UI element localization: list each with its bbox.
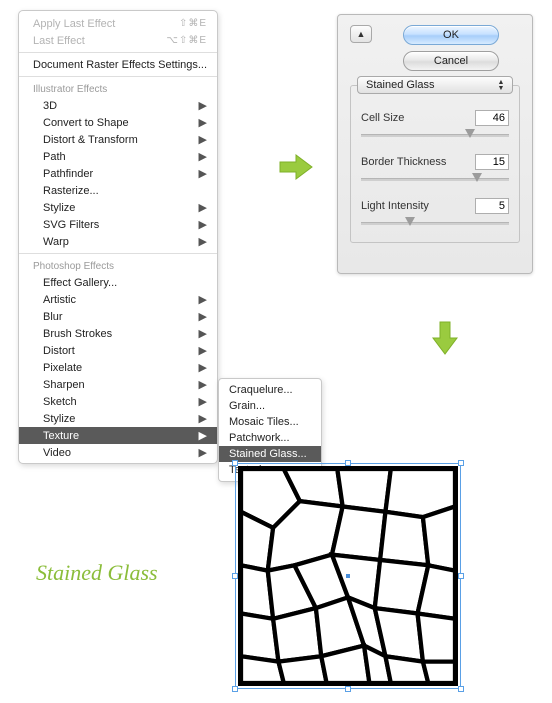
effects-menu: Apply Last Effect ⇧⌘E Last Effect ⌥⇧⌘E D…	[18, 10, 218, 464]
menu-warp[interactable]: Warp▶	[19, 233, 217, 250]
chevron-right-icon: ▶	[199, 361, 207, 374]
submenu-grain[interactable]: Grain...	[219, 398, 321, 414]
menu-3d[interactable]: 3D▶	[19, 97, 217, 114]
menu-svg-filters[interactable]: SVG Filters▶	[19, 216, 217, 233]
menu-distort[interactable]: Distort▶	[19, 342, 217, 359]
chevron-right-icon: ▶	[199, 327, 207, 340]
filter-group: Stained Glass ▲▼ Cell Size Border Thickn…	[350, 85, 520, 243]
menu-separator	[19, 76, 217, 77]
param-label: Light Intensity	[361, 200, 475, 212]
menu-rasterize[interactable]: Rasterize...	[19, 182, 217, 199]
chevron-right-icon: ▶	[199, 378, 207, 391]
section-header-illustrator: Illustrator Effects	[19, 80, 217, 97]
filter-select-label: Stained Glass	[366, 79, 434, 91]
chevron-right-icon: ▶	[199, 150, 207, 163]
submenu-mosaic-tiles[interactable]: Mosaic Tiles...	[219, 414, 321, 430]
param-label: Cell Size	[361, 112, 475, 124]
menu-label: Apply Last Effect	[33, 18, 179, 30]
selection-handle[interactable]	[458, 573, 464, 579]
selection-handle[interactable]	[345, 686, 351, 692]
chevron-right-icon: ▶	[199, 395, 207, 408]
param-cell-size: Cell Size	[361, 110, 509, 140]
menu-artistic[interactable]: Artistic▶	[19, 291, 217, 308]
menu-raster-settings[interactable]: Document Raster Effects Settings...	[19, 56, 217, 73]
menu-shortcut: ⇧⌘E	[179, 18, 207, 29]
chevron-right-icon: ▶	[199, 218, 207, 231]
selection-center-icon	[346, 574, 350, 578]
menu-distort-transform[interactable]: Distort & Transform▶	[19, 131, 217, 148]
selection-handle[interactable]	[458, 460, 464, 466]
menu-blur[interactable]: Blur▶	[19, 308, 217, 325]
param-label: Border Thickness	[361, 156, 475, 168]
cell-size-input[interactable]	[475, 110, 509, 126]
menu-video[interactable]: Video▶	[19, 444, 217, 461]
menu-texture[interactable]: Texture▶	[19, 427, 217, 444]
menu-brush-strokes[interactable]: Brush Strokes▶	[19, 325, 217, 342]
chevron-right-icon: ▶	[199, 167, 207, 180]
chevron-right-icon: ▶	[199, 429, 207, 442]
selection-handle[interactable]	[232, 686, 238, 692]
stained-glass-dialog: ▲ OK Cancel Stained Glass ▲▼ Cell Size B…	[337, 14, 533, 274]
section-header-photoshop: Photoshop Effects	[19, 257, 217, 274]
chevron-right-icon: ▶	[199, 310, 207, 323]
chevron-right-icon: ▶	[199, 201, 207, 214]
selection-handle[interactable]	[458, 686, 464, 692]
slider-thumb-icon[interactable]	[405, 217, 415, 226]
chevron-right-icon: ▶	[199, 412, 207, 425]
chevron-right-icon: ▶	[199, 446, 207, 459]
updown-caret-icon: ▲▼	[494, 79, 508, 93]
stained-glass-preview	[238, 466, 458, 686]
chevron-right-icon: ▶	[199, 235, 207, 248]
menu-separator	[19, 253, 217, 254]
chevron-right-icon: ▶	[199, 99, 207, 112]
menu-separator	[19, 52, 217, 53]
cancel-button[interactable]: Cancel	[403, 51, 499, 71]
chevron-right-icon: ▶	[199, 293, 207, 306]
triangle-up-icon: ▲	[357, 29, 366, 39]
menu-stylize-ps[interactable]: Stylize▶	[19, 410, 217, 427]
menu-pixelate[interactable]: Pixelate▶	[19, 359, 217, 376]
menu-apply-last: Apply Last Effect ⇧⌘E	[19, 15, 217, 32]
ok-button[interactable]: OK	[403, 25, 499, 45]
filter-select[interactable]: Stained Glass ▲▼	[357, 76, 513, 94]
menu-stylize-ai[interactable]: Stylize▶	[19, 199, 217, 216]
menu-shortcut: ⌥⇧⌘E	[166, 35, 207, 46]
slider-thumb-icon[interactable]	[465, 129, 475, 138]
menu-sharpen[interactable]: Sharpen▶	[19, 376, 217, 393]
menu-convert-to-shape[interactable]: Convert to Shape▶	[19, 114, 217, 131]
slider-thumb-icon[interactable]	[472, 173, 482, 182]
dialog-collapse-button[interactable]: ▲	[350, 25, 372, 43]
light-intensity-slider[interactable]	[361, 218, 509, 228]
param-border-thickness: Border Thickness	[361, 154, 509, 184]
result-selection[interactable]	[232, 460, 464, 692]
menu-sketch[interactable]: Sketch▶	[19, 393, 217, 410]
chevron-right-icon: ▶	[199, 344, 207, 357]
submenu-craquelure[interactable]: Craquelure...	[219, 382, 321, 398]
border-thickness-input[interactable]	[475, 154, 509, 170]
border-thickness-slider[interactable]	[361, 174, 509, 184]
menu-label: Document Raster Effects Settings...	[33, 59, 207, 71]
menu-last-effect: Last Effect ⌥⇧⌘E	[19, 32, 217, 49]
menu-label: Last Effect	[33, 35, 166, 47]
menu-pathfinder[interactable]: Pathfinder▶	[19, 165, 217, 182]
chevron-right-icon: ▶	[199, 133, 207, 146]
cell-size-slider[interactable]	[361, 130, 509, 140]
menu-effect-gallery[interactable]: Effect Gallery...	[19, 274, 217, 291]
param-light-intensity: Light Intensity	[361, 198, 509, 228]
submenu-patchwork[interactable]: Patchwork...	[219, 430, 321, 446]
menu-path[interactable]: Path▶	[19, 148, 217, 165]
chevron-right-icon: ▶	[199, 116, 207, 129]
light-intensity-input[interactable]	[475, 198, 509, 214]
caption-text: Stained Glass	[36, 560, 158, 586]
